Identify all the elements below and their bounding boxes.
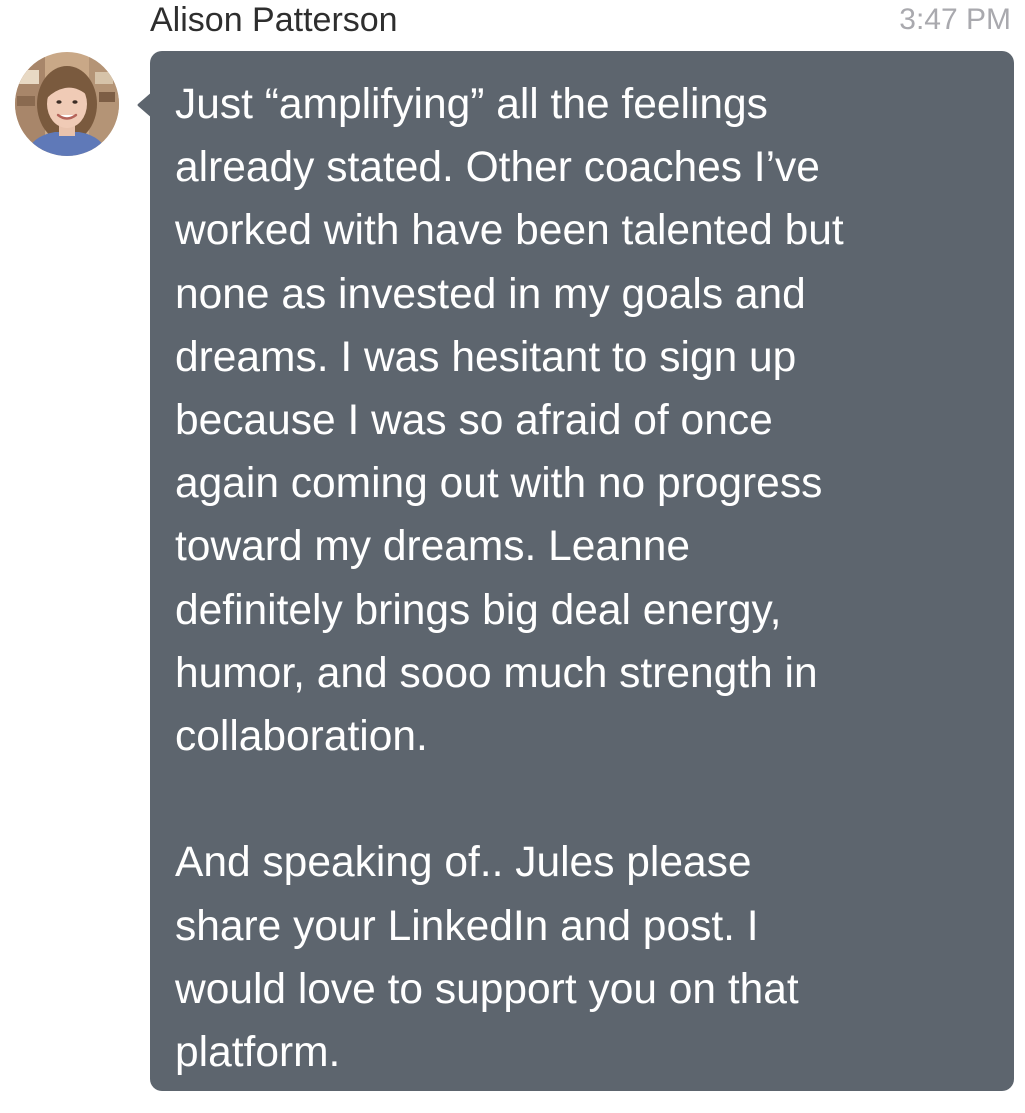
message-paragraph-1: Just “amplifying” all the feelings alrea…: [175, 81, 844, 761]
message-timestamp: 3:47 PM: [899, 3, 1011, 36]
sender-avatar[interactable]: [15, 52, 119, 156]
message-bubble-container: Just “amplifying” all the feelings alrea…: [137, 51, 1014, 1091]
message-paragraph-2: And speaking of.. Jules please share you…: [175, 839, 799, 1077]
sender-name[interactable]: Alison Patterson: [150, 0, 398, 40]
message-bubble[interactable]: Just “amplifying” all the feelings alrea…: [150, 51, 1014, 1091]
